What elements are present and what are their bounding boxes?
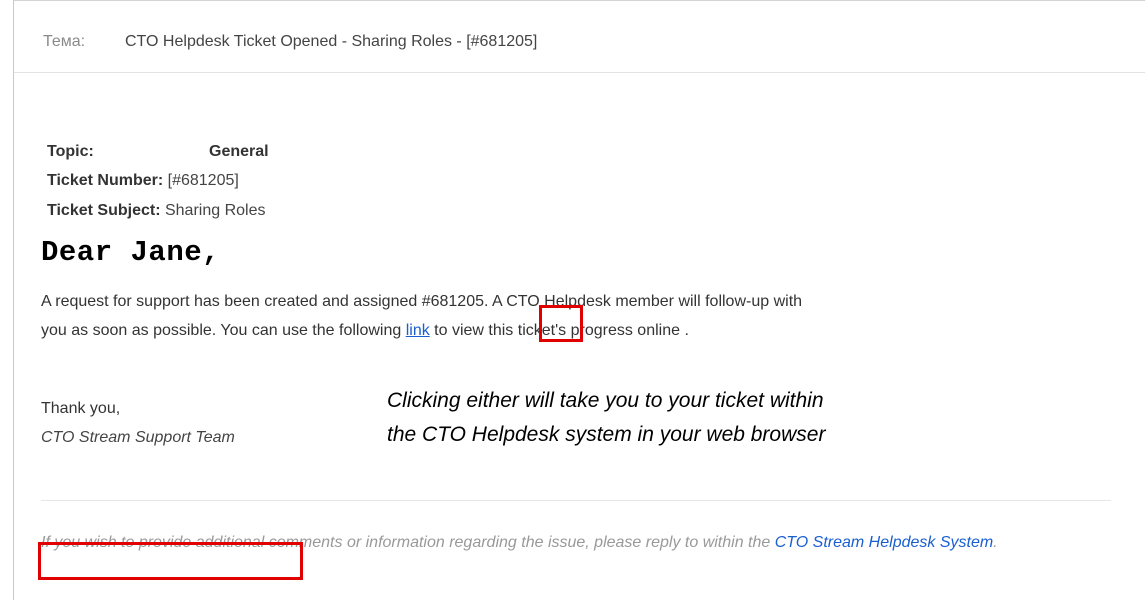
ticket-number-value: [#681205] bbox=[167, 172, 239, 189]
body-line2-after: to view this ticket's progress online . bbox=[429, 322, 689, 339]
ticket-number-row: Ticket Number: [#681205] bbox=[47, 172, 239, 190]
ticket-subject-value: Sharing Roles bbox=[164, 202, 266, 219]
footer-divider bbox=[41, 500, 1111, 501]
subject-label: Тема: bbox=[43, 33, 86, 50]
topic-value: General bbox=[209, 143, 269, 160]
signature-team: CTO Stream Support Team bbox=[41, 429, 235, 446]
ticket-subject-label: Ticket Subject: bbox=[47, 202, 161, 219]
footer-text: onal comments or information regarding t… bbox=[234, 534, 775, 551]
topic-label: Topic: bbox=[47, 143, 94, 160]
footer-struck-text: If you wish to provide additi bbox=[41, 534, 234, 551]
annotation-callout: Clicking either will take you to your ti… bbox=[387, 384, 825, 452]
greeting: Dear Jane, bbox=[41, 236, 221, 269]
ticket-progress-link[interactable]: link bbox=[406, 322, 430, 339]
email-footer: If you wish to provide additional commen… bbox=[41, 528, 1116, 557]
helpdesk-system-link[interactable]: CTO Stream Helpdesk System bbox=[775, 534, 993, 551]
body-line2-before: you as soon as possible. You can use the… bbox=[41, 322, 406, 339]
subject-text: CTO Helpdesk Ticket Opened - Sharing Rol… bbox=[125, 33, 538, 50]
callout-line1: Clicking either will take you to your ti… bbox=[387, 389, 824, 412]
signature-thanks: Thank you, bbox=[41, 400, 121, 417]
footer-end: . bbox=[993, 534, 998, 551]
ticket-topic-row: Topic: General bbox=[47, 143, 269, 161]
callout-line2: the CTO Helpdesk system in your web brow… bbox=[387, 423, 826, 446]
body-line1: A request for support has been created a… bbox=[41, 293, 803, 310]
ticket-subject-row: Ticket Subject: Sharing Roles bbox=[47, 202, 265, 220]
ticket-number-label: Ticket Number: bbox=[47, 172, 164, 189]
email-body: A request for support has been created a… bbox=[41, 287, 1121, 345]
